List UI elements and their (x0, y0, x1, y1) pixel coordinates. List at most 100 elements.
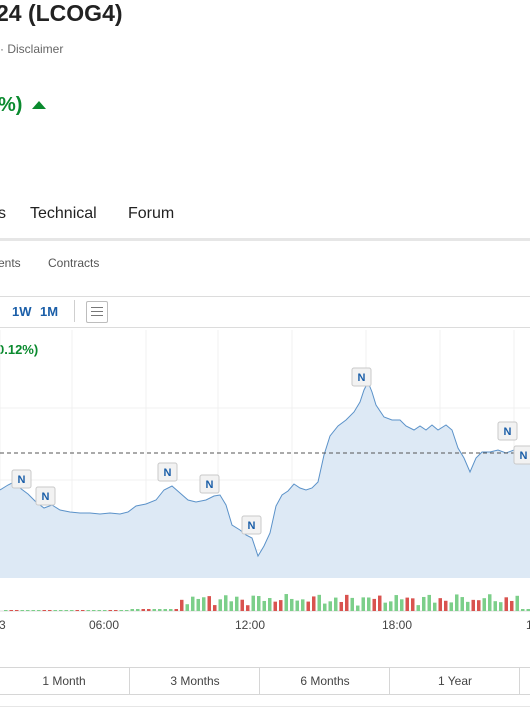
period-3-months[interactable]: 3 Months (129, 668, 260, 694)
news-marker-icon[interactable]: N (497, 421, 518, 441)
volume-bar (427, 594, 431, 611)
volume-bar (323, 603, 327, 611)
x-tick-label: 3 (0, 618, 6, 630)
volume-bar (185, 604, 189, 611)
subtab-components[interactable]: ents (0, 256, 21, 270)
volume-bar (455, 594, 459, 611)
disclaimer-link[interactable]: · Disclaimer (0, 42, 63, 56)
volume-bar (207, 596, 211, 611)
volume-bar (59, 610, 63, 611)
volume-bar (405, 597, 409, 611)
news-marker-icon[interactable]: N (11, 469, 32, 489)
volume-bar (290, 598, 294, 611)
range-1w-button[interactable]: 1W (12, 304, 32, 319)
volume-bar (31, 610, 35, 611)
volume-bar (411, 598, 415, 611)
tab-technical[interactable]: Technical (30, 205, 97, 223)
x-tick-label: 1 (526, 618, 530, 630)
volume-bar (174, 609, 178, 611)
volume-bar (416, 605, 420, 611)
volume-bar (119, 610, 123, 611)
volume-bar (246, 605, 250, 611)
news-marker-icon[interactable]: N (199, 474, 220, 494)
volume-bar (53, 610, 57, 611)
tabs-divider (0, 238, 530, 241)
period-6-months[interactable]: 6 Months (259, 668, 390, 694)
volume-bar (367, 597, 371, 611)
news-marker-label: N (520, 450, 528, 462)
volume-bar (356, 605, 360, 611)
volume-bar (114, 610, 118, 611)
volume-bar (196, 598, 200, 611)
volume-bar (103, 610, 107, 611)
range-1m-button[interactable]: 1M (40, 304, 58, 319)
volume-bar (394, 595, 398, 611)
toolbar-separator (74, 300, 75, 322)
volume-bar (257, 596, 261, 611)
news-marker-icon[interactable]: N (241, 515, 262, 535)
x-axis-labels: 3 06:00 12:00 18:00 1 (0, 618, 530, 630)
volume-bar (466, 601, 470, 611)
volume-bar (163, 609, 167, 611)
x-tick-label: 06:00 (89, 618, 119, 630)
subtab-contracts[interactable]: Contracts (48, 256, 99, 270)
volume-bar (15, 610, 19, 611)
volume-bar (75, 610, 79, 611)
volume-bar (141, 609, 145, 611)
x-tick-label: 12:00 (235, 618, 265, 630)
up-arrow-icon (32, 101, 46, 109)
volume-bar (20, 610, 24, 611)
volume-bar (48, 610, 52, 611)
news-marker-label: N (358, 372, 366, 384)
volume-bar (262, 600, 266, 611)
volume-bar (42, 610, 46, 611)
news-marker-icon[interactable]: N (157, 462, 178, 482)
volume-bar (460, 597, 464, 611)
volume-bar (273, 601, 277, 611)
volume-bar (312, 596, 316, 611)
volume-bar (339, 601, 343, 611)
period-1-month[interactable]: 1 Month (0, 668, 129, 694)
volume-bar (477, 600, 481, 611)
volume-bar (383, 602, 387, 611)
period-selector: 1 Month 3 Months 6 Months 1 Year (0, 667, 530, 695)
volume-bar (229, 601, 233, 611)
tab-forum[interactable]: Forum (128, 205, 174, 223)
volume-bar (504, 597, 508, 611)
intraday-chart[interactable]: NNNNNNNN 3 06:00 12:00 18:00 1 (0, 330, 530, 630)
volume-bar (108, 610, 112, 611)
volume-bar (213, 605, 217, 611)
volume-bar (438, 598, 442, 611)
news-marker-icon[interactable]: N (513, 445, 530, 465)
volume-bar (169, 609, 173, 611)
volume-bar (372, 598, 376, 611)
volume-bar (147, 609, 151, 611)
volume-bar (449, 602, 453, 611)
volume-bar (510, 600, 514, 611)
volume-bar (526, 609, 530, 611)
volume-bar (488, 594, 492, 611)
volume-bar (70, 610, 74, 611)
volume-bar (422, 596, 426, 611)
tab-partial[interactable]: s (0, 205, 6, 223)
news-marker-icon[interactable]: N (351, 367, 372, 387)
volume-bar (301, 599, 305, 611)
volume-bar (493, 601, 497, 611)
volume-bar (400, 599, 404, 611)
volume-bar (64, 610, 68, 611)
bottom-divider (0, 706, 530, 707)
volume-bar (26, 610, 30, 611)
volume-bar (191, 596, 195, 611)
instrument-title: 24 (LCOG4) (0, 0, 123, 26)
volume-bar (521, 609, 525, 611)
period-1-year[interactable]: 1 Year (389, 668, 520, 694)
volume-bar (37, 610, 41, 611)
news-marker-icon[interactable]: N (35, 486, 56, 506)
volume-bar (284, 594, 288, 611)
table-icon[interactable] (86, 301, 108, 323)
volume-bar (471, 599, 475, 611)
volume-bar (251, 595, 255, 611)
volume-bar (180, 599, 184, 611)
news-marker-label: N (504, 426, 512, 438)
period-more[interactable] (519, 668, 530, 694)
